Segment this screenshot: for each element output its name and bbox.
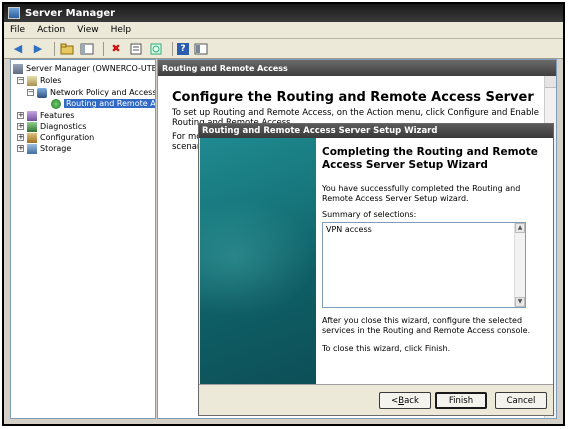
tree-item-routing-remote-access[interactable]: Routing and Remote Ac [51,98,155,109]
wizard-content: Completing the Routing and Remote Access… [316,138,553,384]
summary-scrollbar[interactable]: ▲ ▼ [514,223,525,307]
menu-file[interactable]: File [10,25,25,35]
tree-label: Network Policy and Access [50,88,156,97]
server-manager-icon [8,7,20,19]
wizard-after-text: After you close this wizard, configure t… [322,316,531,335]
menu-bar: File Action View Help [4,22,563,39]
roles-icon [27,75,37,86]
collapse-icon[interactable]: − [17,77,24,84]
expand-icon[interactable]: + [17,145,24,152]
collapse-icon[interactable]: − [27,89,34,96]
properties-icon[interactable] [128,42,144,56]
wizard-titlebar: Routing and Remote Access Server Setup W… [199,124,553,138]
tree-label: Storage [40,144,72,153]
menu-action[interactable]: Action [37,25,65,35]
tree-item-diagnostics[interactable]: + Diagnostics [17,121,86,132]
scroll-up-icon[interactable] [545,76,556,88]
wizard-divider [199,384,553,385]
tree-item-server-manager[interactable]: Server Manager (OWNERCO-UTB9( [13,63,156,74]
setup-wizard-dialog: Routing and Remote Access Server Setup W… [198,123,554,416]
back-label: ack [404,395,419,406]
menu-view[interactable]: View [77,25,98,35]
back-button[interactable]: < Back [379,392,431,409]
back-prefix: < [391,395,399,406]
toolbar-separator [172,41,173,56]
tree-item-configuration[interactable]: + Configuration [17,132,94,143]
toolbar: ◀ ▶ ✖ ? [4,39,563,59]
wizard-close-text: To close this wizard, click Finish. [322,344,451,353]
expand-icon[interactable]: + [17,123,24,130]
wizard-banner-image [200,138,316,384]
show-hide-tree-icon[interactable] [79,42,95,56]
tree-label: Server Manager (OWNERCO-UTB9( [26,64,156,73]
window-title: Server Manager [25,7,116,19]
help-icon[interactable]: ? [177,42,189,55]
menu-help[interactable]: Help [111,25,132,35]
cancel-button[interactable]: Cancel [495,392,547,409]
console-icon[interactable] [193,42,209,56]
summary-label: Summary of selections: [322,210,417,219]
details-header: Routing and Remote Access [158,60,556,76]
page-title: Configure the Routing and Remote Access … [172,90,534,105]
expand-icon[interactable]: + [17,112,24,119]
window-titlebar: Server Manager [4,4,563,22]
diagnostics-icon [27,121,37,132]
network-policy-icon [37,87,47,98]
tree-item-roles[interactable]: − Roles [17,75,61,86]
forward-arrow-icon[interactable]: ▶ [30,42,46,56]
delete-icon[interactable]: ✖ [108,42,124,56]
screenshot-frame: Server Manager File Action View Help ◀ ▶… [2,2,565,426]
up-folder-icon[interactable] [59,42,75,56]
tree-label: Diagnostics [40,122,87,131]
toolbar-separator [103,41,104,56]
console-tree: Server Manager (OWNERCO-UTB9( − Roles − … [10,59,156,419]
tree-label: Configuration [40,133,95,142]
expand-icon[interactable]: + [17,134,24,141]
back-arrow-icon[interactable]: ◀ [10,42,26,56]
storage-icon [27,143,37,154]
routing-remote-access-icon [51,98,61,109]
wizard-heading: Completing the Routing and Remote Access… [322,146,538,171]
tree-label: Features [40,111,75,120]
summary-value: VPN access [326,225,372,234]
scroll-down-icon[interactable]: ▼ [515,297,525,307]
server-icon [13,63,23,74]
configuration-icon [27,132,37,143]
tree-label: Routing and Remote Ac [64,99,155,108]
refresh-icon[interactable] [148,42,164,56]
wizard-success-text: You have successfully completed the Rout… [322,184,521,203]
summary-textbox[interactable]: VPN access ▲ ▼ [322,222,526,308]
tree-item-storage[interactable]: + Storage [17,143,71,154]
features-icon [27,110,37,121]
toolbar-separator [54,41,55,56]
tree-item-features[interactable]: + Features [17,110,74,121]
tree-item-network-policy-access[interactable]: − Network Policy and Access [27,87,156,98]
finish-button[interactable]: Finish [435,392,487,409]
tree-label: Roles [40,76,62,85]
scroll-up-icon[interactable]: ▲ [515,223,525,233]
